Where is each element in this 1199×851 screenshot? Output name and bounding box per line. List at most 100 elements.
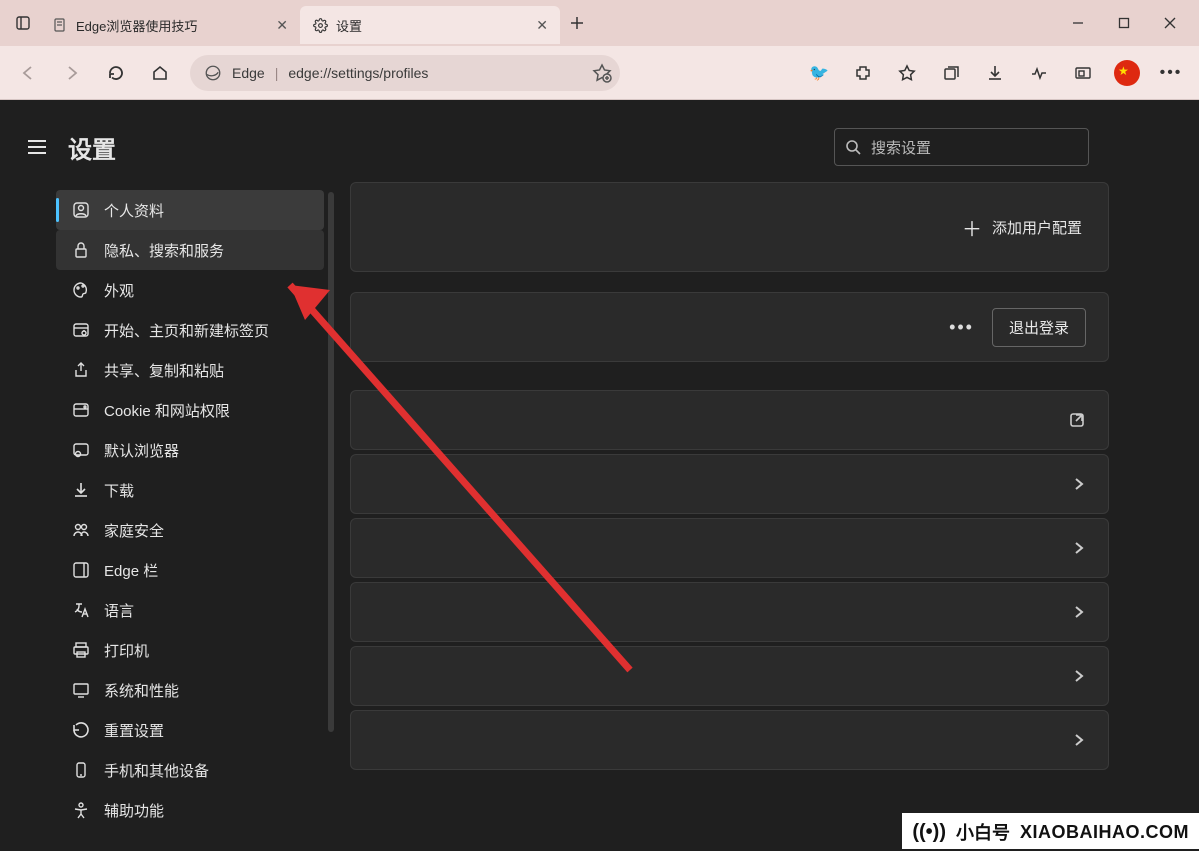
bird-extension-icon[interactable]: 🐦: [799, 53, 839, 93]
family-icon: [72, 521, 90, 539]
cookie-icon: [72, 401, 90, 419]
profile-link-row[interactable]: [350, 582, 1109, 642]
profile-link-row[interactable]: [350, 518, 1109, 578]
sidebar-item-family[interactable]: 家庭安全: [56, 510, 324, 550]
sidebar-item-cookies[interactable]: Cookie 和网站权限: [56, 390, 324, 430]
new-tab-button[interactable]: [560, 6, 594, 40]
system-icon: [72, 681, 90, 699]
profile-card: ••• 退出登录: [350, 292, 1109, 362]
profile-link-row[interactable]: [350, 390, 1109, 450]
address-bar[interactable]: Edge | edge://settings/profiles: [190, 55, 620, 91]
favorites-icon[interactable]: [887, 53, 927, 93]
hamburger-icon[interactable]: [20, 130, 54, 164]
chevron-right-icon: [1072, 477, 1086, 491]
sidebar-item-edgebar[interactable]: Edge 栏: [56, 550, 324, 590]
sidebar-label: 辅助功能: [104, 800, 164, 821]
sidebar-label: 外观: [104, 280, 134, 301]
sidebar-item-phone[interactable]: 手机和其他设备: [56, 750, 324, 790]
sidebar-item-downloads[interactable]: 下载: [56, 470, 324, 510]
extensions-icon[interactable]: [843, 53, 883, 93]
plus-icon: ＋: [962, 213, 982, 242]
profile-avatar-icon[interactable]: [1107, 53, 1147, 93]
sidebar-item-reset[interactable]: 重置设置: [56, 710, 324, 750]
sidebar-label: 共享、复制和粘贴: [104, 360, 224, 381]
settings-page: 设置 搜索设置 个人资料 隐私、搜索和服务 外观 开始、主页和新建标签: [0, 100, 1199, 849]
minimize-button[interactable]: [1055, 0, 1101, 46]
sidebar-item-accessibility[interactable]: 辅助功能: [56, 790, 324, 830]
sidebar-label: 系统和性能: [104, 680, 179, 701]
tab-1-label: Edge浏览器使用技巧: [76, 16, 197, 35]
settings-main-panel: ＋ 添加用户配置 ••• 退出登录: [340, 182, 1199, 851]
sidebar-item-printer[interactable]: 打印机: [56, 630, 324, 670]
settings-sidebar: 个人资料 隐私、搜索和服务 外观 开始、主页和新建标签页 共享、复制和粘贴 Co…: [0, 182, 340, 851]
reset-icon: [72, 721, 90, 739]
external-link-icon: [1068, 411, 1086, 429]
page-icon: [52, 17, 68, 33]
sidebar-label: 打印机: [104, 640, 149, 661]
sign-out-button[interactable]: 退出登录: [992, 308, 1086, 347]
performance-icon[interactable]: [1019, 53, 1059, 93]
broadcast-icon: ((•)): [912, 821, 946, 844]
sidebar-label: 重置设置: [104, 720, 164, 741]
maximize-button[interactable]: [1101, 0, 1147, 46]
language-icon: [72, 601, 90, 619]
window-titlebar: Edge浏览器使用技巧 ✕ 设置 ✕: [0, 0, 1199, 46]
add-profile-button[interactable]: 添加用户配置: [992, 217, 1082, 238]
sidebar-item-appearance[interactable]: 外观: [56, 270, 324, 310]
tab-2-close-icon[interactable]: ✕: [536, 17, 548, 34]
browser-toolbar: Edge | edge://settings/profiles 🐦 •••: [0, 46, 1199, 100]
phone-icon: [72, 761, 90, 779]
sidebar-item-system[interactable]: 系统和性能: [56, 670, 324, 710]
sidebar-item-default-browser[interactable]: 默认浏览器: [56, 430, 324, 470]
reload-button[interactable]: [96, 53, 136, 93]
profile-link-row[interactable]: [350, 646, 1109, 706]
sidebar-item-language[interactable]: 语言: [56, 590, 324, 630]
printer-icon: [72, 641, 90, 659]
sidebar-label: 开始、主页和新建标签页: [104, 320, 269, 341]
search-settings-input[interactable]: 搜索设置: [834, 128, 1089, 166]
sidebar-item-profile[interactable]: 个人资料: [56, 190, 324, 230]
sidebar-label: 下载: [104, 480, 134, 501]
chevron-right-icon: [1072, 605, 1086, 619]
palette-icon: [72, 281, 90, 299]
home-button[interactable]: [140, 53, 180, 93]
tab-1-close-icon[interactable]: ✕: [276, 17, 288, 34]
tab-2-label: 设置: [336, 16, 362, 35]
address-url: edge://settings/profiles: [288, 65, 428, 81]
profile-link-row[interactable]: [350, 454, 1109, 514]
browser-icon: [72, 441, 90, 459]
menu-icon[interactable]: •••: [1151, 53, 1191, 93]
footer-brand-en: XIAOBAIHAO.COM: [1020, 822, 1189, 843]
window-controls: [1055, 0, 1193, 46]
tab-1[interactable]: Edge浏览器使用技巧 ✕: [40, 6, 300, 44]
more-icon[interactable]: •••: [949, 317, 974, 338]
tab-2-active[interactable]: 设置 ✕: [300, 6, 560, 44]
collections-icon[interactable]: [931, 53, 971, 93]
sidebar-item-share[interactable]: 共享、复制和粘贴: [56, 350, 324, 390]
search-icon: [845, 139, 861, 155]
download-icon: [72, 481, 90, 499]
add-profile-card: ＋ 添加用户配置: [350, 182, 1109, 272]
footer-brand-cn: 小白号: [956, 819, 1010, 845]
sidebar-label: Cookie 和网站权限: [104, 400, 230, 421]
add-favorite-icon[interactable]: [592, 63, 612, 83]
share-icon: [72, 361, 90, 379]
sidebar-item-privacy[interactable]: 隐私、搜索和服务: [56, 230, 324, 270]
profile-link-row[interactable]: [350, 710, 1109, 770]
edge-logo-icon: [204, 64, 222, 82]
sidebar-scrollbar[interactable]: [328, 192, 334, 732]
downloads-icon[interactable]: [975, 53, 1015, 93]
sidebar-item-start[interactable]: 开始、主页和新建标签页: [56, 310, 324, 350]
page-title: 设置: [68, 130, 116, 165]
tab-actions-icon[interactable]: [6, 6, 40, 40]
sidebar-label: 手机和其他设备: [104, 760, 209, 781]
screenshot-icon[interactable]: [1063, 53, 1103, 93]
nav-forward-button[interactable]: [52, 53, 92, 93]
sidebar-label: Edge 栏: [104, 560, 158, 581]
start-icon: [72, 321, 90, 339]
search-placeholder: 搜索设置: [871, 137, 931, 158]
close-button[interactable]: [1147, 0, 1193, 46]
nav-back-button[interactable]: [8, 53, 48, 93]
sidebar-label: 家庭安全: [104, 520, 164, 541]
chevron-right-icon: [1072, 669, 1086, 683]
